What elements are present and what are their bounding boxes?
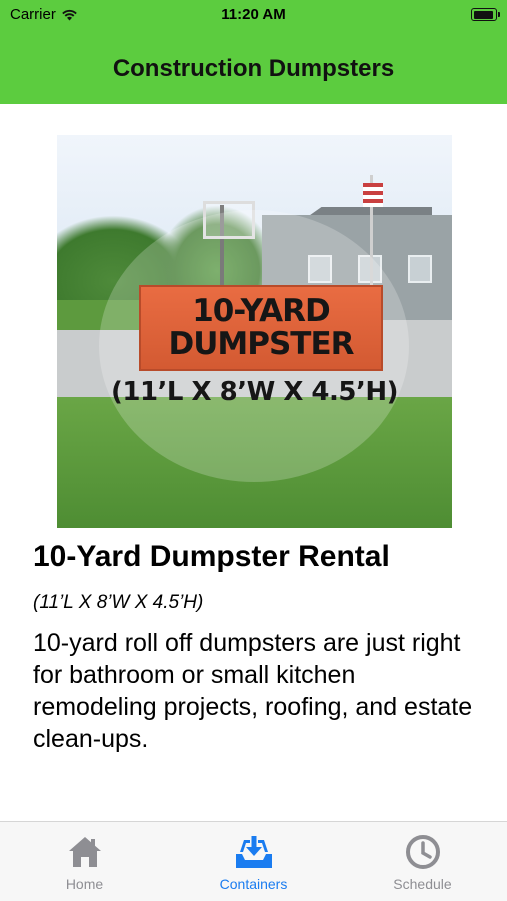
- tab-bar: Home Containers Schedule: [0, 821, 507, 901]
- battery-icon: [471, 8, 500, 21]
- clock-icon: [405, 835, 440, 869]
- status-bar: Carrier 11:20 AM: [0, 0, 507, 30]
- tab-home-label: Home: [65, 876, 104, 892]
- tab-containers-label: Containers: [219, 876, 288, 892]
- page-title: Construction Dumpsters: [112, 55, 395, 82]
- product-description: 10-yard roll off dumpsters are just righ…: [33, 629, 473, 753]
- dumpster-label-line1: 10-YARD: [192, 293, 331, 329]
- dumpster-graphic: 10-YARD DUMPSTER: [139, 285, 383, 371]
- status-time: 11:20 AM: [221, 6, 286, 23]
- product-title: 10-Yard Dumpster Rental: [33, 540, 390, 573]
- battery-fill: [473, 10, 493, 19]
- dumpster-photo: 10-YARD DUMPSTER (11’L X 8’W X 4.5’H): [57, 135, 452, 528]
- inbox-download-icon: [235, 836, 272, 868]
- home-icon: [68, 837, 101, 867]
- tab-containers[interactable]: Containers: [169, 822, 338, 901]
- product-dimensions: (11’L X 8’W X 4.5’H): [33, 592, 204, 613]
- tab-schedule-label: Schedule: [393, 876, 452, 892]
- tab-schedule[interactable]: Schedule: [338, 822, 507, 901]
- dumpster-label-line2: DUMPSTER: [168, 326, 355, 362]
- navigation-bar: Construction Dumpsters: [0, 30, 507, 104]
- tab-home[interactable]: Home: [0, 822, 169, 901]
- dumpster-dimensions-overlay: (11’L X 8’W X 4.5’H): [110, 377, 399, 407]
